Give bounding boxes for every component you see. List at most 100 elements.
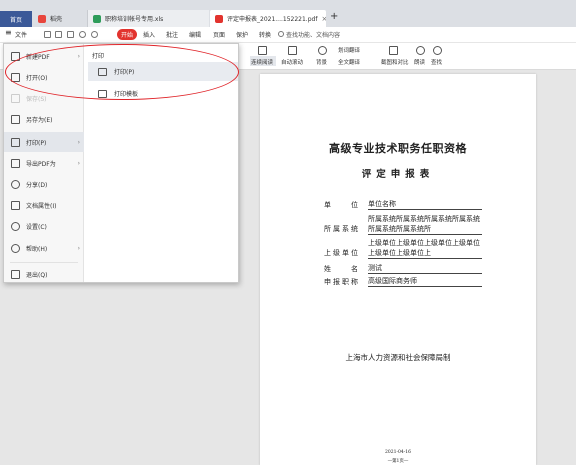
find-button[interactable]: 查找: [431, 58, 442, 66]
tab-edit[interactable]: 编辑: [189, 30, 201, 39]
tab-annotate[interactable]: 批注: [166, 30, 178, 39]
translate-button[interactable]: 划词翻译: [338, 46, 360, 54]
menu-toolbar: ≡ 文件 开始 插入 批注 编辑 页面 保护 转换 查找功能、文档内容: [0, 27, 576, 43]
hamburger-menu-icon[interactable]: ≡: [5, 28, 12, 37]
submenu-item-print[interactable]: 打印(P): [88, 62, 238, 81]
submenu-item-print-template[interactable]: 打印模板: [88, 84, 238, 103]
background-button[interactable]: 背景: [316, 58, 327, 66]
menu-item-open[interactable]: 打开(O): [4, 67, 84, 87]
tab-start[interactable]: 开始: [117, 29, 137, 40]
pdf-file-icon: [215, 14, 223, 23]
save-as-icon: [11, 114, 20, 124]
menu-item-help[interactable]: 帮助(H) ›: [4, 238, 84, 258]
search-icon: [278, 31, 284, 37]
auto-scroll-icon: [288, 46, 297, 55]
menu-item-label: 帮助(H): [26, 245, 48, 253]
field-value-name: 测试: [368, 263, 482, 274]
document-date: 2021-04-16: [385, 450, 411, 455]
file-menu-button[interactable]: 文件: [15, 30, 27, 39]
new-pdf-icon: [11, 51, 20, 61]
full-translate-button[interactable]: 全文翻译: [338, 58, 360, 66]
field-label-title: 申报职称: [324, 278, 358, 286]
menu-item-label: 另存为(E): [26, 116, 53, 124]
tab-convert[interactable]: 转换: [259, 30, 271, 39]
field-value-unit: 单位名称: [368, 199, 482, 210]
menu-item-label: 退出(Q): [26, 271, 48, 279]
menu-divider: [10, 262, 78, 263]
tab-home[interactable]: 首页: [0, 11, 32, 27]
save-icon[interactable]: [55, 31, 62, 38]
tab-xls-document[interactable]: 职称培训帐号专用.xls: [87, 10, 209, 27]
read-aloud-button[interactable]: 朗读: [414, 58, 425, 66]
tab-daoke[interactable]: 稻壳: [33, 10, 87, 27]
auto-scroll-button[interactable]: 自动滚动: [281, 58, 303, 66]
field-label-system: 所属系统: [324, 225, 358, 233]
menu-item-save-as[interactable]: 另存为(E): [4, 109, 84, 129]
save-icon: [11, 93, 20, 103]
chevron-right-icon: ›: [77, 138, 80, 146]
export-pdf-icon: [11, 158, 20, 168]
submenu-item-label: 打印(P): [114, 69, 135, 76]
settings-icon: [11, 221, 20, 231]
new-tab-button[interactable]: +: [330, 11, 338, 22]
field-label-superior: 上级单位: [324, 249, 358, 257]
submenu-title: 打印: [92, 53, 105, 60]
menu-item-label: 导出PDF为: [26, 160, 56, 168]
tab-bar: 首页 稻壳 职称培训帐号专用.xls 评定申报表_2021....152221.…: [0, 0, 576, 27]
menu-item-print[interactable]: 打印(P) ›: [4, 132, 84, 152]
share-icon: [11, 179, 20, 189]
daoke-logo-icon: [38, 14, 46, 23]
menu-item-label: 打印(P): [26, 139, 47, 147]
file-menu-left-panel: 新建PDF › 打开(O) 保存(S) 另存为(E) 打印(P) › 导出PDF…: [4, 44, 84, 282]
continuous-read-button[interactable]: 连续阅读: [251, 58, 273, 66]
read-aloud-icon: [416, 46, 425, 55]
folder-open-icon: [11, 72, 20, 82]
pdf-page: 高级专业技术职务任职资格 评定申报表 单位 单位名称 所属系统 所属系统所属系统…: [260, 74, 536, 465]
field-label-name: 姓名: [324, 265, 358, 273]
menu-item-new-pdf[interactable]: 新建PDF ›: [4, 46, 84, 66]
chevron-right-icon: ›: [77, 159, 80, 167]
menu-item-exit[interactable]: 退出(Q): [4, 264, 84, 284]
menu-item-share[interactable]: 分享(D): [4, 174, 84, 194]
tab-home-label: 首页: [9, 16, 22, 24]
tab-pdf-label: 评定申报表_2021....152221.pdf: [227, 16, 318, 23]
tab-page[interactable]: 页面: [213, 30, 225, 39]
menu-item-label: 打开(O): [26, 74, 48, 82]
chevron-right-icon: ›: [77, 244, 80, 252]
document-properties-icon: [11, 200, 20, 210]
printer-icon: [11, 137, 20, 147]
menu-item-label: 分享(D): [26, 181, 48, 189]
menu-item-document-properties[interactable]: 文档属性(I): [4, 195, 84, 215]
screenshot-compare-button[interactable]: 截图和对比: [381, 58, 409, 66]
tab-daoke-label: 稻壳: [50, 16, 63, 23]
menu-item-label: 设置(C): [26, 223, 47, 231]
issuing-organization: 上海市人力资源和社会保障局制: [345, 353, 451, 362]
menu-item-label: 文档属性(I): [26, 202, 57, 210]
tab-xls-label: 职称培训帐号专用.xls: [105, 16, 164, 23]
menu-item-settings[interactable]: 设置(C): [4, 216, 84, 236]
exit-icon: [11, 269, 20, 279]
tab-pdf-document[interactable]: 评定申报表_2021....152221.pdf ×: [210, 10, 326, 27]
undo-icon[interactable]: [79, 31, 86, 38]
submenu-item-label: 打印模板: [114, 91, 139, 98]
page-number: —第1页—: [387, 459, 409, 464]
tab-insert[interactable]: 插入: [143, 30, 155, 39]
help-icon: [11, 243, 20, 253]
field-value-title: 高级国际商务师: [368, 276, 482, 287]
search-input[interactable]: 查找功能、文档内容: [286, 30, 340, 39]
print-icon[interactable]: [67, 31, 74, 38]
chevron-right-icon: ›: [77, 52, 80, 60]
background-icon: [318, 46, 327, 55]
screenshot-compare-icon: [389, 46, 398, 55]
printer-icon: [98, 67, 107, 76]
redo-icon[interactable]: [91, 31, 98, 38]
close-tab-icon[interactable]: ×: [317, 15, 326, 23]
menu-item-export-pdf[interactable]: 导出PDF为 ›: [4, 153, 84, 173]
tab-protect[interactable]: 保护: [236, 30, 248, 39]
menu-item-save: 保存(S): [4, 88, 84, 108]
document-subtitle: 评定申报表: [361, 169, 435, 180]
field-value-system: 所属系统所属系统所属系统所属系统所属系统所属系统所: [368, 215, 482, 235]
folder-icon[interactable]: [44, 31, 51, 38]
document-title: 高级专业技术职务任职资格: [329, 142, 467, 155]
find-icon: [433, 46, 442, 55]
